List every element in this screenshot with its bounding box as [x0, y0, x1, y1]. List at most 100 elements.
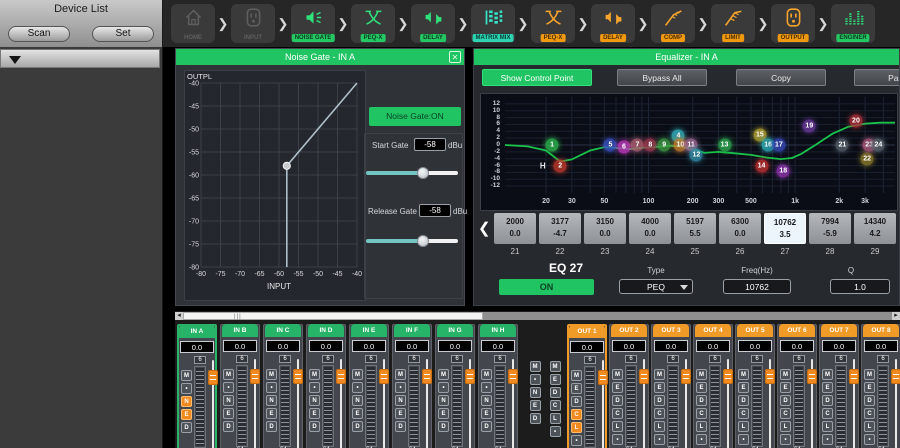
channel-gain-value[interactable]: 0.0	[481, 340, 515, 352]
band-cell-24[interactable]: 40000.0	[629, 213, 671, 244]
nav-item-peq-x-in[interactable]: PEQ-X	[351, 4, 395, 43]
channel-button-D[interactable]: D	[654, 395, 665, 406]
channel-button-N[interactable]: N	[266, 395, 277, 406]
channel-gain-value[interactable]: 0.0	[654, 340, 688, 352]
channel-button-L[interactable]: L	[738, 421, 749, 432]
slider-knob[interactable]	[417, 167, 429, 179]
channel-button-M[interactable]: M	[696, 369, 707, 380]
scan-button[interactable]: Scan	[8, 26, 70, 42]
channel-button-M[interactable]: M	[395, 369, 406, 380]
channel-button-E[interactable]: E	[571, 383, 582, 394]
eq-point-12[interactable]: 12	[690, 149, 703, 162]
channel-button-L[interactable]: L	[571, 422, 582, 433]
band-cell-23[interactable]: 31500.0	[584, 213, 626, 244]
channel-button-E[interactable]: E	[395, 408, 406, 419]
band-cell-27[interactable]: 107623.5	[764, 213, 806, 244]
fader-handle[interactable]	[639, 369, 649, 384]
channel-fader[interactable]	[682, 359, 690, 448]
copy-button[interactable]: Copy	[736, 69, 826, 86]
nav-item-limit[interactable]: LIMIT	[711, 4, 755, 43]
channel-fader[interactable]	[766, 359, 774, 448]
nav-item-peq-x-out[interactable]: PEQ-X	[531, 4, 575, 43]
channel-button-D[interactable]: D	[822, 395, 833, 406]
fader-handle[interactable]	[336, 369, 346, 384]
show-control-point-button[interactable]: Show Control Point	[482, 69, 592, 86]
start-gate-value[interactable]: -58	[414, 138, 446, 151]
fader-handle[interactable]	[422, 369, 432, 384]
channel-button-M[interactable]: M	[481, 369, 492, 380]
channel-fader[interactable]	[294, 359, 302, 448]
nav-item-home[interactable]: HOME	[171, 4, 215, 43]
eq-point-7[interactable]: 7	[631, 139, 644, 152]
channel-tab[interactable]: IN F	[394, 324, 430, 337]
channel-fader[interactable]	[724, 359, 732, 448]
channel-gain-value[interactable]: 0.0	[223, 340, 257, 352]
master-button-M[interactable]: M	[530, 361, 541, 372]
channel-button-M[interactable]: M	[780, 369, 791, 380]
channel-button-•[interactable]: •	[780, 434, 791, 445]
channel-tab[interactable]: OUT 3	[653, 324, 689, 337]
channel-tab[interactable]: OUT 5	[737, 324, 773, 337]
channel-button-E[interactable]: E	[223, 408, 234, 419]
channel-tab[interactable]: IN B	[222, 324, 258, 337]
channel-fader[interactable]	[466, 359, 474, 448]
fader-handle[interactable]	[465, 369, 475, 384]
eq-on-button[interactable]: ON	[499, 279, 594, 295]
channel-gain-value[interactable]: 0.0	[696, 340, 730, 352]
channel-fader[interactable]	[423, 359, 431, 448]
master-button-E[interactable]: E	[530, 400, 541, 411]
master-button-N[interactable]: N	[530, 387, 541, 398]
channel-button-•[interactable]: •	[612, 434, 623, 445]
master-button-L[interactable]: L	[550, 413, 561, 424]
channel-button-D[interactable]: D	[696, 395, 707, 406]
channel-button-C[interactable]: C	[654, 408, 665, 419]
channel-button-•[interactable]: •	[395, 382, 406, 393]
channel-button-D[interactable]: D	[438, 421, 449, 432]
channel-button-C[interactable]: C	[612, 408, 623, 419]
channel-button-C[interactable]: C	[571, 409, 582, 420]
band-cell-21[interactable]: 20000.0	[494, 213, 536, 244]
channel-button-E[interactable]: E	[309, 408, 320, 419]
eq-point-17[interactable]: 17	[772, 139, 785, 152]
channel-button-L[interactable]: L	[780, 421, 791, 432]
channel-button-D[interactable]: D	[266, 421, 277, 432]
channel-button-C[interactable]: C	[780, 408, 791, 419]
fader-handle[interactable]	[765, 369, 775, 384]
eq-point-18[interactable]: 18	[777, 164, 790, 177]
channel-button-L[interactable]: L	[864, 421, 875, 432]
channel-button-M[interactable]: M	[181, 370, 192, 381]
eq-point-8[interactable]: 8	[644, 139, 657, 152]
start-gate-slider[interactable]	[366, 167, 458, 179]
scroll-left-icon[interactable]: ◂	[175, 312, 183, 320]
channel-tab[interactable]: IN E	[351, 324, 387, 337]
channel-button-E[interactable]: E	[780, 382, 791, 393]
channel-gain-value[interactable]: 0.0	[822, 340, 856, 352]
channel-button-•[interactable]: •	[181, 383, 192, 394]
band-scroll-left-icon[interactable]: ❮	[478, 219, 491, 237]
channel-tab[interactable]: IN H	[480, 324, 516, 337]
eq-point-22[interactable]: 22	[861, 152, 874, 165]
channel-gain-value[interactable]: 0.0	[438, 340, 472, 352]
master-button-E[interactable]: E	[550, 374, 561, 385]
channel-button-M[interactable]: M	[864, 369, 875, 380]
bypass-all-button[interactable]: Bypass All	[617, 69, 707, 86]
channel-button-E[interactable]: E	[738, 382, 749, 393]
channel-tab[interactable]: OUT 7	[821, 324, 857, 337]
nav-item-noise-gate[interactable]: NOISE GATE	[291, 4, 335, 43]
channel-fader[interactable]	[509, 359, 517, 448]
nav-item-delay-in[interactable]: DELAY	[411, 4, 455, 43]
channel-button-D[interactable]: D	[352, 421, 363, 432]
channel-button-•[interactable]: •	[438, 382, 449, 393]
fader-handle[interactable]	[250, 369, 260, 384]
channel-button-M[interactable]: M	[438, 369, 449, 380]
nav-item-matrix-mix[interactable]: MATRIX MIX	[471, 4, 515, 43]
channel-fader[interactable]	[209, 360, 217, 448]
channel-button-N[interactable]: N	[181, 396, 192, 407]
channel-button-C[interactable]: C	[738, 408, 749, 419]
channel-button-N[interactable]: N	[352, 395, 363, 406]
channel-button-D[interactable]: D	[395, 421, 406, 432]
eq-point-20[interactable]: 20	[849, 115, 862, 128]
channel-button-N[interactable]: N	[438, 395, 449, 406]
channel-gain-value[interactable]: 0.0	[780, 340, 814, 352]
fader-handle[interactable]	[379, 369, 389, 384]
